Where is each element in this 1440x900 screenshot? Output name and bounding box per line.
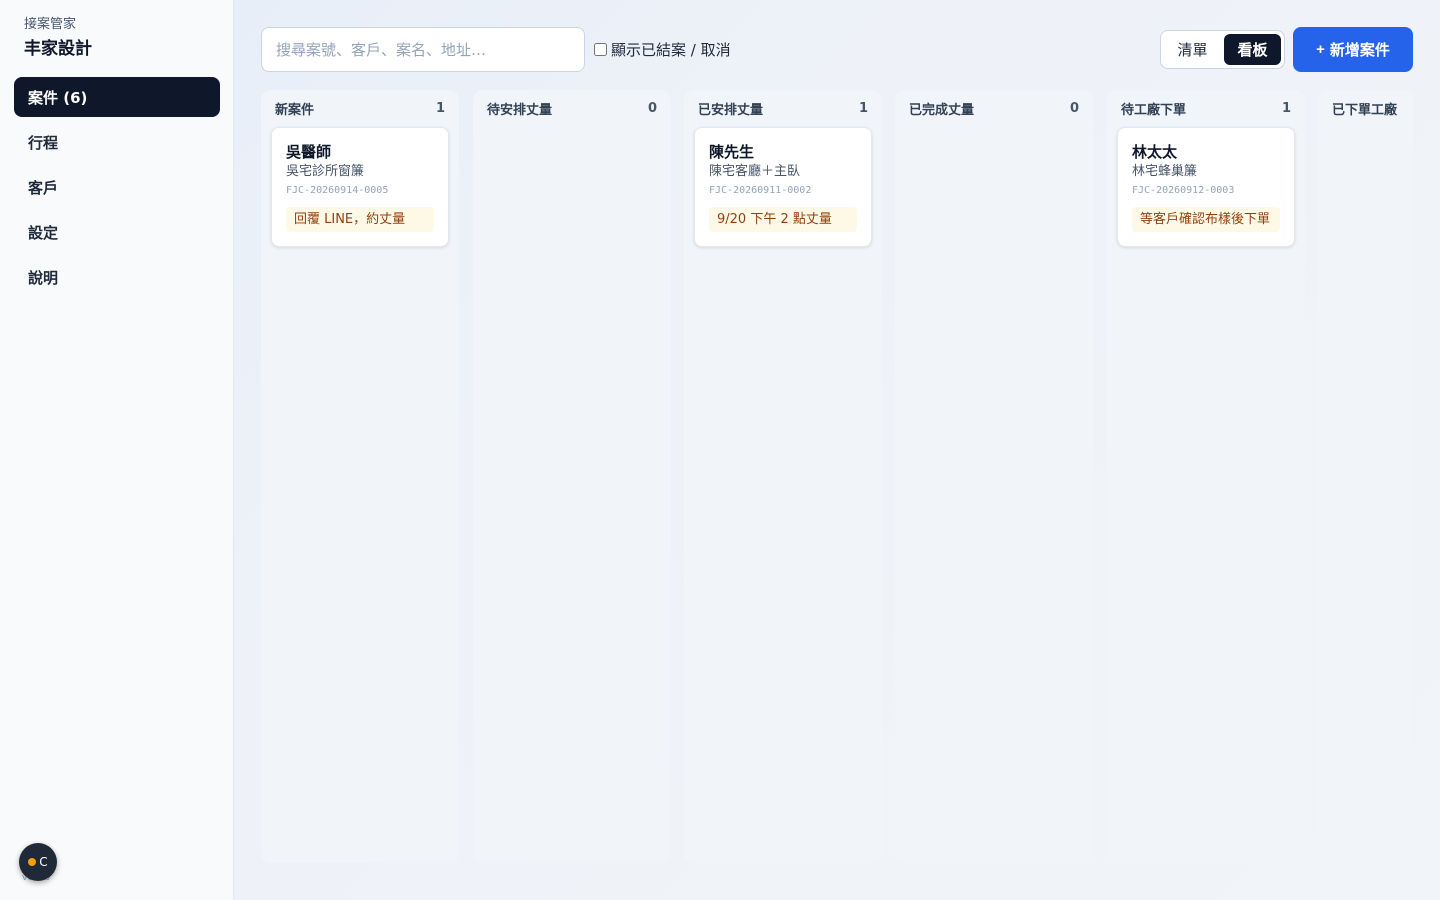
card-customer-name: 吳醫師 [286,143,332,161]
view-board-button[interactable]: 看板 [1224,34,1281,65]
column-new: 新案件 1 吳醫師 吳宅診所窗簾 FJC-20260914-0005 回覆 LI… [261,90,459,863]
column-count: 0 [647,100,657,116]
column-to-schedule: 待安排丈量 0 [473,90,671,863]
card-case-id: FJC-20260914-0005 [286,185,389,196]
column-header: 已安排丈量 1 [698,99,868,118]
column-ordered: 已下單工廠 [1318,90,1413,863]
card-customer-name: 林太太 [1132,143,1178,161]
card-next-action: 回覆 LINE，約丈量 [286,207,434,232]
column-title: 已完成丈量 [909,102,975,118]
column-count: 0 [1069,100,1079,116]
column-pending-order: 待工廠下單 1 林太太 林宅蜂巢簾 FJC-20260912-0003 等客戶確… [1107,90,1305,863]
card-case-id: FJC-20260912-0003 [1132,185,1235,196]
column-header: 待安排丈量 0 [487,99,657,118]
case-card[interactable]: 林太太 林宅蜂巢簾 FJC-20260912-0003 等客戶確認布樣後下單 [1117,127,1295,247]
sidebar-item-customers[interactable]: 客戶 [14,167,220,207]
plus-icon: + [1316,41,1325,58]
card-case-title: 陳宅客廳＋主臥 [709,164,801,179]
column-title: 已安排丈量 [698,102,764,118]
status-badge[interactable]: C [19,843,57,881]
case-card[interactable]: 陳先生 陳宅客廳＋主臥 FJC-20260911-0002 9/20 下午 2 … [694,127,872,247]
column-header: 已完成丈量 0 [909,99,1079,118]
card-case-id: FJC-20260911-0002 [709,185,812,196]
column-title: 新案件 [275,102,315,118]
sidebar-item-cases[interactable]: 案件 (6) [14,77,220,117]
sidebar-nav: 案件 (6) 行程 客戶 設定 說明 [14,77,220,302]
sidebar-item-settings[interactable]: 設定 [14,212,220,252]
column-header: 待工廠下單 1 [1121,99,1291,118]
card-customer-name: 陳先生 [709,143,755,161]
view-list-button[interactable]: 清單 [1164,34,1221,65]
column-measured: 已完成丈量 0 [895,90,1093,863]
sidebar-item-help[interactable]: 說明 [14,257,220,297]
show-closed-checkbox[interactable] [594,42,607,56]
column-title: 待安排丈量 [487,102,553,118]
kanban-board: 新案件 1 吳醫師 吳宅診所窗簾 FJC-20260914-0005 回覆 LI… [261,90,1413,863]
status-dot-icon [28,858,37,866]
column-scheduled: 已安排丈量 1 陳先生 陳宅客廳＋主臥 FJC-20260911-0002 9/… [684,90,882,863]
company-name: 丰家設計 [24,39,92,59]
column-count: 1 [435,100,445,116]
column-count: 1 [1281,100,1291,116]
show-closed-toggle[interactable]: 顯示已結案 / 取消 [594,38,731,60]
view-toggle: 清單 看板 [1160,30,1285,69]
card-case-title: 林宅蜂巢簾 [1132,164,1198,179]
add-case-button[interactable]: + 新增案件 [1293,27,1413,72]
column-header: 已下單工廠 [1332,99,1413,118]
card-case-title: 吳宅診所窗簾 [286,164,365,179]
case-card[interactable]: 吳醫師 吳宅診所窗簾 FJC-20260914-0005 回覆 LINE，約丈量 [271,127,449,247]
card-next-action: 等客戶確認布樣後下單 [1132,207,1280,232]
sidebar: 接案管家 丰家設計 案件 (6) 行程 客戶 設定 說明 v0.1.0 C [0,0,234,900]
column-count: 1 [858,100,868,116]
search-input[interactable] [261,27,585,72]
show-closed-label: 顯示已結案 / 取消 [611,40,731,59]
app-name: 接案管家 [24,17,77,32]
status-badge-letter: C [39,855,48,869]
column-header: 新案件 1 [275,99,445,118]
sidebar-item-schedule[interactable]: 行程 [14,122,220,162]
card-next-action: 9/20 下午 2 點丈量 [709,207,857,232]
add-case-label: 新增案件 [1329,42,1390,59]
column-title: 已下單工廠 [1332,102,1398,118]
column-title: 待工廠下單 [1121,102,1187,118]
